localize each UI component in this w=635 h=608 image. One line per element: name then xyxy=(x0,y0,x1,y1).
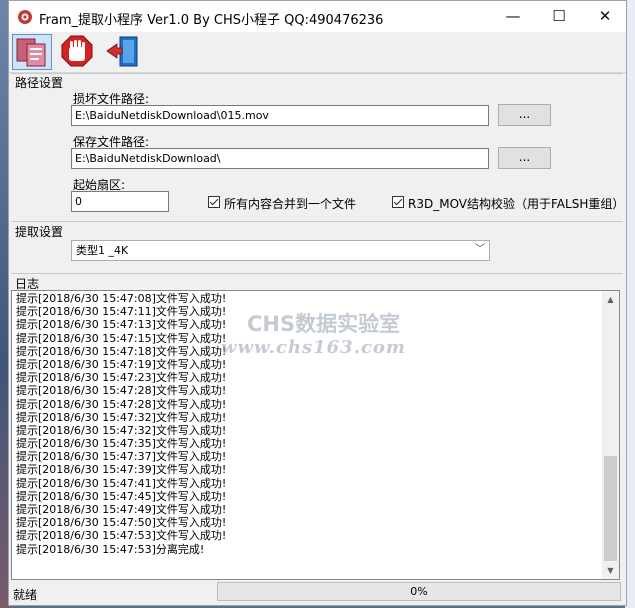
stop-button[interactable] xyxy=(58,34,98,70)
scroll-down-arrow-icon[interactable]: ▼ xyxy=(602,562,619,579)
log-line: 提示[2018/6/30 15:47:41]文件写入成功! xyxy=(16,476,227,490)
log-scrollbar[interactable]: ▲ ▼ xyxy=(602,291,619,579)
damaged-file-path-input[interactable]: E:\BaiduNetdiskDownload\015.mov xyxy=(71,105,489,126)
extract-settings-divider xyxy=(11,221,623,222)
merge-files-checkbox[interactable] xyxy=(208,196,220,208)
extract-button[interactable] xyxy=(12,34,52,70)
scroll-up-arrow-icon[interactable]: ▲ xyxy=(602,291,619,308)
damaged-file-browse-button[interactable]: ... xyxy=(498,104,551,126)
log-line: 提示[2018/6/30 15:47:32]文件写入成功! xyxy=(16,410,227,424)
r3d-mov-check-checkbox-label[interactable]: R3D_MOV结构校验（用于FALSH重组） xyxy=(408,195,624,212)
log-line: 提示[2018/6/30 15:47:28]文件写入成功! xyxy=(16,397,227,411)
chevron-down-icon: ﹀ xyxy=(475,244,485,255)
path-settings-label: 路径设置 xyxy=(15,76,64,90)
log-line: 提示[2018/6/30 15:47:23]文件写入成功! xyxy=(16,371,227,385)
save-file-browse-button[interactable]: ... xyxy=(498,147,551,169)
log-line: 提示[2018/6/30 15:47:32]文件写入成功! xyxy=(16,423,227,437)
log-line: 提示[2018/6/30 15:47:53]分离完成! xyxy=(16,542,205,556)
log-line: 提示[2018/6/30 15:47:37]文件写入成功! xyxy=(16,450,227,464)
stop-icon xyxy=(61,35,93,67)
extract-icon xyxy=(16,38,46,67)
progress-label: 0% xyxy=(410,585,428,598)
window-title: Fram_提取小程序 Ver1.0 By CHS小程子 QQ:490476236 xyxy=(39,13,384,28)
minimize-button[interactable]: — xyxy=(490,1,536,32)
log-line: 提示[2018/6/30 15:47:53]文件写入成功! xyxy=(16,529,227,543)
log-divider xyxy=(11,273,623,274)
r3d-mov-check-checkbox[interactable] xyxy=(392,196,404,208)
toolbar xyxy=(9,32,626,73)
extract-settings-label: 提取设置 xyxy=(15,225,64,239)
progress-bar: 0% xyxy=(217,582,621,601)
log-line: 提示[2018/6/30 15:47:50]文件写入成功! xyxy=(16,516,227,530)
path-settings-divider xyxy=(11,73,623,74)
watermark-title: CHS数据实验室 xyxy=(247,312,401,336)
log-line: 提示[2018/6/30 15:47:28]文件写入成功! xyxy=(16,384,227,398)
app-icon xyxy=(18,10,32,24)
scrollbar-thumb[interactable] xyxy=(604,456,617,561)
app-window: Fram_提取小程序 Ver1.0 By CHS小程子 QQ:490476236… xyxy=(8,0,627,606)
log-line: 提示[2018/6/30 15:47:39]文件写入成功! xyxy=(16,463,227,477)
log-line: 提示[2018/6/30 15:47:08]文件写入成功! xyxy=(16,292,227,305)
start-sector-input[interactable]: 0 xyxy=(71,191,169,212)
extract-type-value: 类型1 _4K xyxy=(76,244,129,257)
save-file-path-input[interactable]: E:\BaiduNetdiskDownload\ xyxy=(71,148,489,169)
merge-files-checkbox-label[interactable]: 所有内容合并到一个文件 xyxy=(224,195,356,212)
log-line: 提示[2018/6/30 15:47:19]文件写入成功! xyxy=(16,357,227,371)
log-line: 提示[2018/6/30 15:47:49]文件写入成功! xyxy=(16,503,227,516)
maximize-button[interactable]: ☐ xyxy=(536,1,582,32)
status-text: 就绪 xyxy=(13,588,38,602)
log-line: 提示[2018/6/30 15:47:35]文件写入成功! xyxy=(16,437,227,451)
status-bar: 就绪 0% xyxy=(9,580,626,605)
exit-button[interactable] xyxy=(104,34,144,70)
title-bar[interactable]: Fram_提取小程序 Ver1.0 By CHS小程子 QQ:490476236… xyxy=(9,1,626,32)
extract-type-select[interactable]: 类型1 _4K ﹀ xyxy=(71,240,490,261)
close-button[interactable]: ✕ xyxy=(582,1,628,32)
watermark-url: www.chs163.com xyxy=(221,337,406,358)
exit-door-icon xyxy=(106,36,138,67)
log-line: 提示[2018/6/30 15:47:45]文件写入成功! xyxy=(16,489,227,503)
